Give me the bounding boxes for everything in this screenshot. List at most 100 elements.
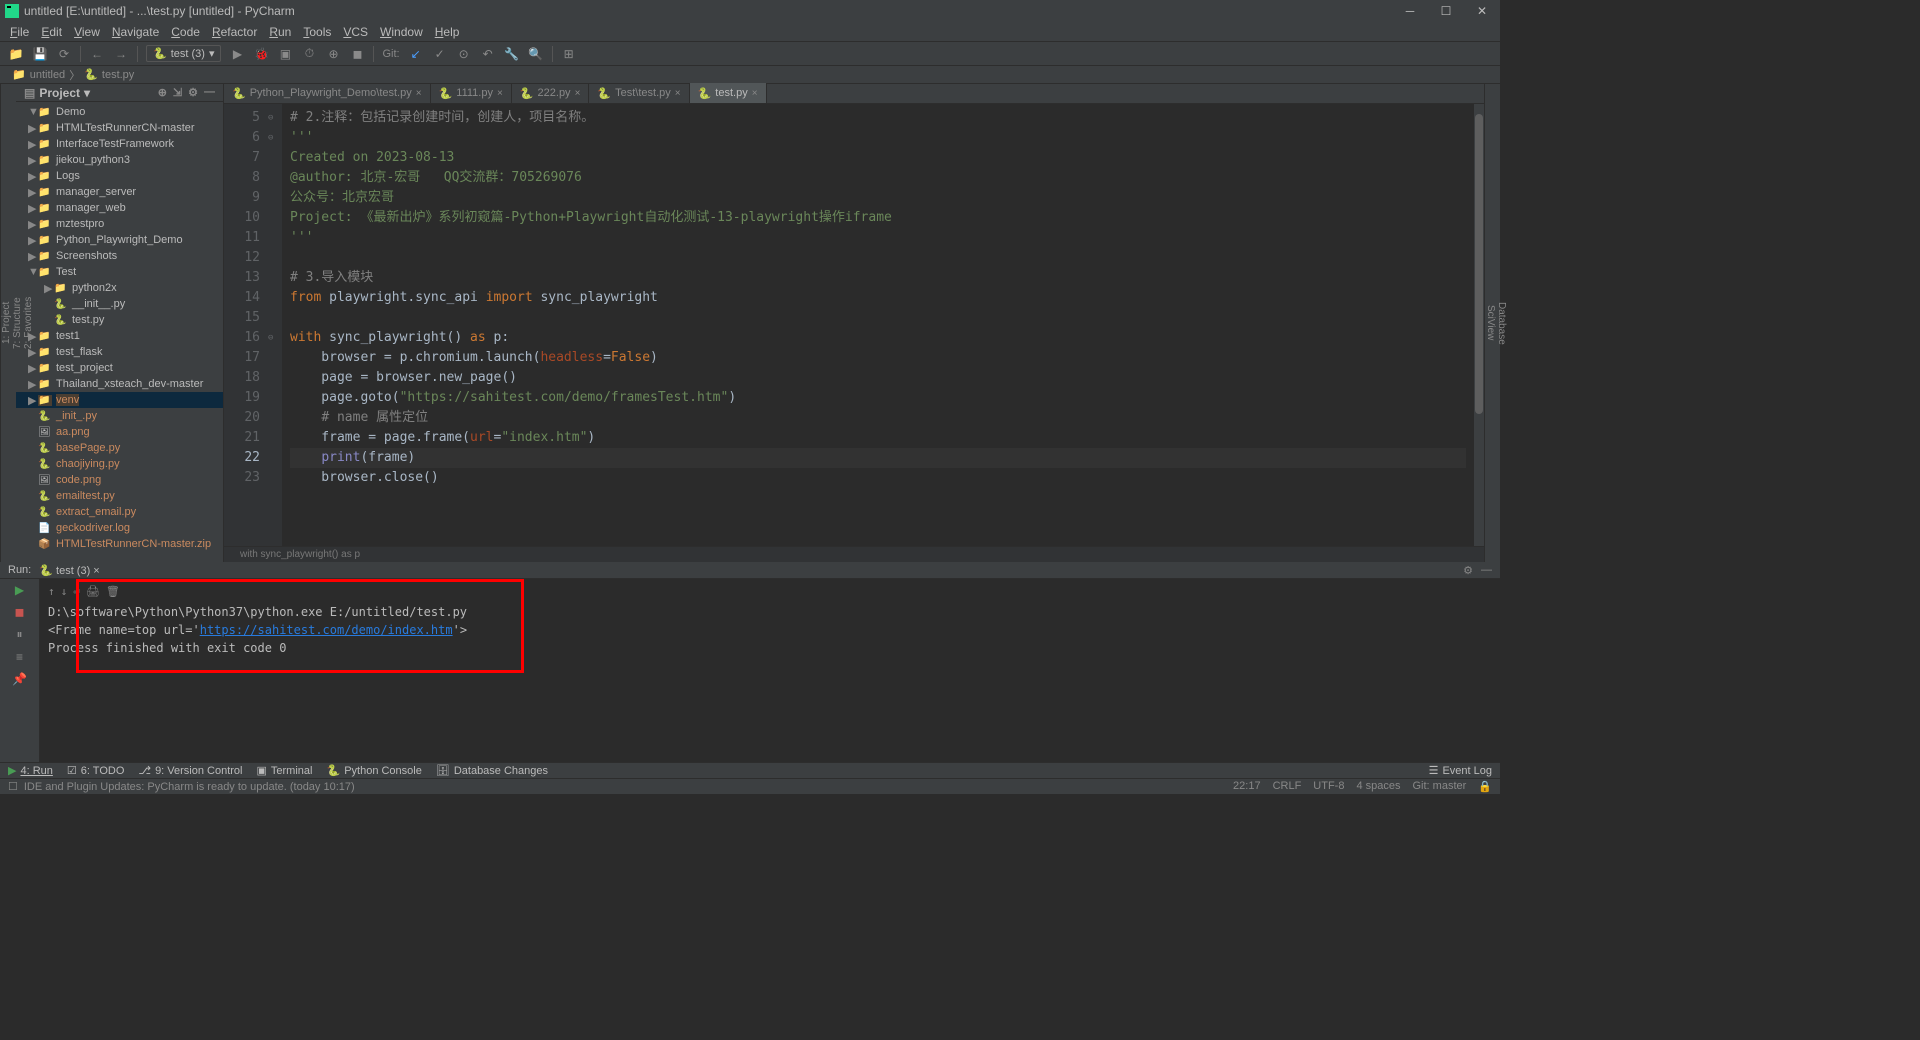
menu-tools[interactable]: Tools (297, 25, 337, 39)
stop-icon[interactable]: ◼ (15, 605, 25, 619)
db-tool-button[interactable]: 🗄 Database Changes (436, 764, 548, 777)
tree-item[interactable]: ▼📁Test (16, 264, 223, 280)
close-icon[interactable]: × (416, 88, 422, 99)
lock-icon[interactable]: 🔒 (1478, 780, 1492, 793)
wrap-icon[interactable]: ⏎ (73, 583, 80, 601)
search-icon[interactable]: 🔍 (528, 46, 544, 62)
up-icon[interactable]: ↑ (48, 583, 55, 601)
debug-icon[interactable]: 🐞 (253, 46, 269, 62)
menu-file[interactable]: File (4, 25, 35, 39)
menu-vcs[interactable]: VCS (337, 25, 374, 39)
tree-item[interactable]: ▶📁jiekou_python3 (16, 152, 223, 168)
encoding[interactable]: UTF-8 (1313, 780, 1344, 793)
profile-icon[interactable]: ⏱ (301, 46, 317, 62)
status-notification-icon[interactable]: ☐ (8, 780, 18, 793)
tree-item[interactable]: 🐍basePage.py (16, 440, 223, 456)
eventlog-tool-button[interactable]: ☰ Event Log (1429, 764, 1492, 777)
menu-run[interactable]: Run (263, 25, 297, 39)
tree-item[interactable]: ▶📁mztestpro (16, 216, 223, 232)
menu-help[interactable]: Help (429, 25, 466, 39)
target-icon[interactable]: ⊕ (158, 86, 167, 99)
cursor-position[interactable]: 22:17 (1233, 780, 1261, 793)
editor-tab[interactable]: 🐍1111.py× (431, 83, 512, 103)
gear-icon[interactable]: ⚙ (1463, 564, 1473, 577)
console-link[interactable]: https://sahitest.com/demo/index.htm (200, 623, 453, 637)
menu-code[interactable]: Code (165, 25, 206, 39)
coverage-icon[interactable]: ▣ (277, 46, 293, 62)
project-tree[interactable]: ▼📁Demo▶📁HTMLTestRunnerCN-master▶📁Interfa… (16, 102, 223, 562)
editor-tab[interactable]: 🐍222.py× (512, 83, 590, 103)
filter-icon[interactable]: ≡ (16, 650, 23, 664)
todo-tool-button[interactable]: ☑ 6: TODO (67, 764, 124, 777)
tree-item[interactable]: ▶📁manager_server (16, 184, 223, 200)
git-history-icon[interactable]: ⊙ (456, 46, 472, 62)
tree-item[interactable]: ▶📁manager_web (16, 200, 223, 216)
tree-item[interactable]: 🖼aa.png (16, 424, 223, 440)
vcs-tool-button[interactable]: ⎇ 9: Version Control (138, 764, 242, 777)
tree-item[interactable]: ▶📁python2x (16, 280, 223, 296)
tree-item[interactable]: ▶📁test1 (16, 328, 223, 344)
close-icon[interactable]: × (575, 88, 581, 99)
minimize-button[interactable]: ─ (1404, 5, 1416, 17)
back-icon[interactable]: ← (89, 46, 105, 62)
tree-item[interactable]: ▶📁venv (16, 392, 223, 408)
rail-sciview[interactable]: SciView (1485, 88, 1496, 558)
settings-icon[interactable]: 🔧 (504, 46, 520, 62)
tree-item[interactable]: 📄geckodriver.log (16, 520, 223, 536)
collapse-icon[interactable]: ⇲ (173, 86, 182, 99)
editor-tab[interactable]: 🐍test.py× (690, 83, 767, 103)
console-output[interactable]: ↑ ↓ ⏎ 🖨 🗑 D:\software\Python\Python37\py… (40, 579, 1500, 762)
tree-item[interactable]: ▶📁Screenshots (16, 248, 223, 264)
hide-icon[interactable]: — (204, 86, 215, 99)
pause-icon[interactable]: ⏸ (16, 627, 22, 642)
tree-item[interactable]: 🐍_init_.py (16, 408, 223, 424)
tree-item[interactable]: 🐍chaojiying.py (16, 456, 223, 472)
rail-database[interactable]: Database (1496, 88, 1507, 558)
pin-icon[interactable]: 📌 (12, 672, 27, 686)
tree-item[interactable]: 🐍emailtest.py (16, 488, 223, 504)
rail-project[interactable]: 1: Project (1, 88, 12, 558)
menu-window[interactable]: Window (374, 25, 429, 39)
forward-icon[interactable]: → (113, 46, 129, 62)
breadcrumb-root[interactable]: 📁untitled (8, 68, 69, 81)
run-icon[interactable]: ▶ (229, 46, 245, 62)
menu-navigate[interactable]: Navigate (106, 25, 165, 39)
git-revert-icon[interactable]: ↶ (480, 46, 496, 62)
editor-tab[interactable]: 🐍Test\test.py× (589, 83, 689, 103)
down-icon[interactable]: ↓ (61, 583, 68, 601)
indent-info[interactable]: 4 spaces (1356, 780, 1400, 793)
run-tool-button[interactable]: ▶4: Run (8, 764, 53, 777)
terminal-tool-button[interactable]: ▣ Terminal (257, 764, 313, 777)
tree-item[interactable]: 🐍extract_email.py (16, 504, 223, 520)
code-content[interactable]: # 2.注释：包括记录创建时间，创建人，项目名称。'''Created on 2… (282, 104, 1474, 546)
trash-icon[interactable]: 🗑 (106, 583, 120, 601)
menu-refactor[interactable]: Refactor (206, 25, 263, 39)
close-icon[interactable]: × (675, 88, 681, 99)
editor-scrollbar[interactable] (1474, 104, 1484, 546)
close-icon[interactable]: × (497, 88, 503, 99)
hide-icon[interactable]: — (1481, 564, 1492, 577)
line-separator[interactable]: CRLF (1273, 780, 1302, 793)
tree-item[interactable]: 🖼code.png (16, 472, 223, 488)
gear-icon[interactable]: ⚙ (188, 86, 198, 99)
git-commit-icon[interactable]: ✓ (432, 46, 448, 62)
run-tab[interactable]: 🐍 test (3) × (39, 564, 99, 577)
rail-favorites[interactable]: 2: Favorites (23, 88, 34, 558)
open-icon[interactable]: 📁 (8, 46, 24, 62)
rail-structure[interactable]: 7: Structure (12, 88, 23, 558)
tree-item[interactable]: ▶📁Logs (16, 168, 223, 184)
menu-view[interactable]: View (68, 25, 106, 39)
tree-item[interactable]: 🐍__init__.py (16, 296, 223, 312)
tree-item[interactable]: ▶📁InterfaceTestFramework (16, 136, 223, 152)
tree-item[interactable]: ▶📁Python_Playwright_Demo (16, 232, 223, 248)
stop-icon[interactable]: ◼ (349, 46, 365, 62)
maximize-button[interactable]: ☐ (1440, 5, 1452, 17)
code-editor[interactable]: 567891011121314151617181920212223 ⊖⊖ ⊖ #… (224, 104, 1484, 546)
tree-item[interactable]: 📦HTMLTestRunnerCN-master.zip (16, 536, 223, 552)
editor-tab[interactable]: 🐍Python_Playwright_Demo\test.py× (224, 83, 431, 103)
print-icon[interactable]: 🖨 (86, 583, 100, 601)
tree-item[interactable]: ▶📁Thailand_xsteach_dev-master (16, 376, 223, 392)
close-button[interactable]: ✕ (1476, 5, 1488, 17)
tree-item[interactable]: 🐍test.py (16, 312, 223, 328)
close-icon[interactable]: × (752, 88, 758, 99)
